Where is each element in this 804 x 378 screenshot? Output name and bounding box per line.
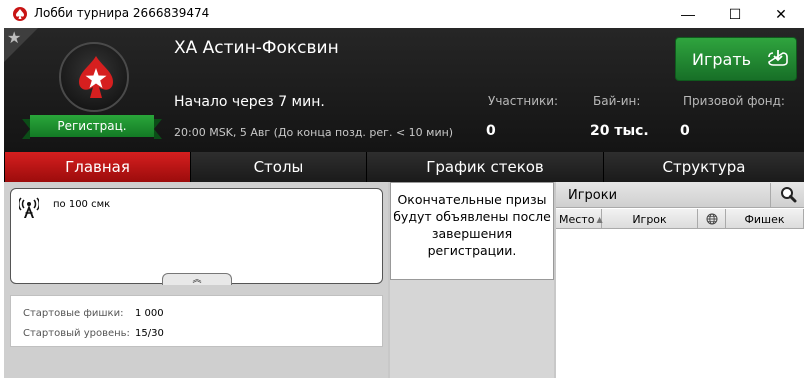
prize-pool-label: Призовой фонд: xyxy=(683,94,785,108)
starting-level-value: 15/30 xyxy=(135,328,164,339)
starting-chips-label: Стартовые фишки: xyxy=(23,308,124,319)
buyin-value: 20 тыс. xyxy=(590,123,649,139)
window-title: Лобби турнира 2666839474 xyxy=(34,6,210,20)
starting-level-label: Стартовый уровень: xyxy=(23,328,130,339)
tournament-name: ХА Астин-Фоксвин xyxy=(174,38,339,58)
players-title: Игроки xyxy=(568,188,618,203)
column-player[interactable]: Игрок xyxy=(602,209,698,229)
window-titlebar: Лобби турнира 2666839474 — ☐ ✕ xyxy=(0,0,804,28)
play-button-label: Играть xyxy=(692,50,752,69)
registration-badge: Регистрац. xyxy=(22,115,162,139)
players-pane: Игроки Место ▲ Игрок Фишек xyxy=(556,182,804,378)
pokerstars-logo-icon xyxy=(59,42,129,112)
play-button[interactable]: Играть xyxy=(675,37,797,81)
start-time: Начало через 7 мин. xyxy=(174,94,325,110)
main-info-pane: по 100 смк ︽ Стартовые фишки: 1 000 Стар… xyxy=(4,182,388,378)
starting-chips-value: 1 000 xyxy=(135,308,164,319)
column-place-label: Место xyxy=(559,212,595,226)
tab-structure[interactable]: Структура xyxy=(603,152,804,182)
starting-stats-box: Стартовые фишки: 1 000 Стартовый уровень… xyxy=(10,295,383,347)
close-button[interactable]: ✕ xyxy=(758,0,804,28)
globe-icon xyxy=(706,213,717,225)
antenna-icon xyxy=(19,197,39,218)
column-place[interactable]: Место ▲ xyxy=(556,209,603,229)
game-info-box: по 100 смк ︽ xyxy=(10,188,383,285)
magnifier-icon xyxy=(780,187,796,203)
minimize-button[interactable]: — xyxy=(665,0,711,28)
expand-button[interactable]: ︽ xyxy=(162,273,232,285)
column-chips[interactable]: Фишек xyxy=(726,209,804,229)
players-header: Игроки xyxy=(556,182,804,208)
tab-content: по 100 смк ︽ Стартовые фишки: 1 000 Стар… xyxy=(4,182,804,378)
participants-label: Участники: xyxy=(488,94,559,108)
tournament-detail: 20:00 MSK, 5 Авг (До конца позд. рег. < … xyxy=(174,126,454,139)
poker-spade-icon xyxy=(13,7,27,21)
lobby-tabs: Главная Столы График стеков Структура xyxy=(4,152,804,182)
tab-stack-chart[interactable]: График стеков xyxy=(366,152,603,182)
download-icon xyxy=(768,50,788,66)
search-players-button[interactable] xyxy=(770,183,804,207)
prize-pool-value: 0 xyxy=(680,123,690,139)
tab-tables[interactable]: Столы xyxy=(190,152,366,182)
tournament-header: ★ Регистрац. ХА Астин-Фоксвин Начало чер… xyxy=(4,28,804,152)
prizes-note: Окончательные призы будут объявлены посл… xyxy=(390,182,554,280)
players-columns: Место ▲ Игрок Фишек xyxy=(556,209,804,229)
maximize-button[interactable]: ☐ xyxy=(712,0,758,28)
buyin-label: Бай-ин: xyxy=(593,94,641,108)
star-icon[interactable]: ★ xyxy=(7,31,21,47)
prizes-pane: Окончательные призы будут объявлены посл… xyxy=(390,182,554,378)
tab-main[interactable]: Главная xyxy=(4,152,190,182)
column-country[interactable] xyxy=(698,209,726,229)
game-type: по 100 смк xyxy=(53,199,111,210)
participants-value: 0 xyxy=(486,123,496,139)
